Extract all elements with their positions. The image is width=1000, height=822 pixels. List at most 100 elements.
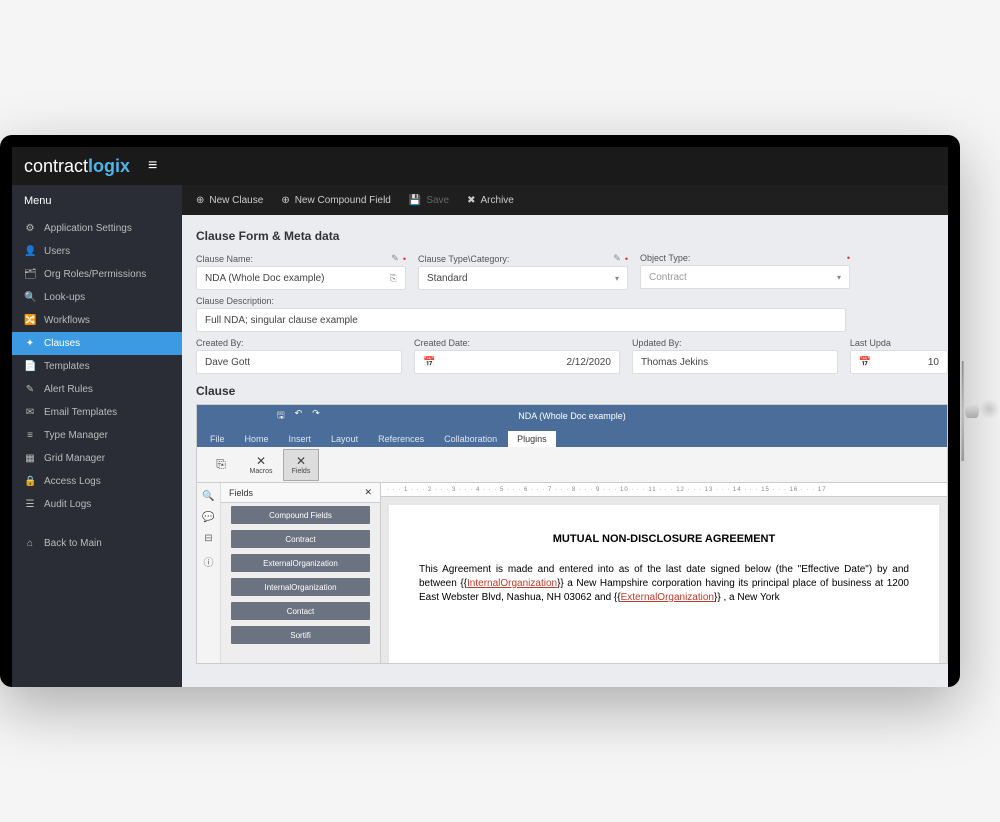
sidebar-title: Menu [12, 185, 182, 217]
sidebar-item-type-manager[interactable]: ≡Type Manager [12, 424, 182, 447]
clause-type-select[interactable]: Standard▾ [418, 266, 628, 290]
archive-button[interactable]: ✖Archive [467, 195, 514, 206]
heading-icon[interactable]: ⊟ [204, 533, 212, 544]
document-editor: 🖫 ↶ ↷ NDA (Whole Doc example) File Home … [196, 404, 948, 664]
sidebar-item-users[interactable]: 👤Users [12, 240, 182, 263]
topbar: contractlogix ≡ [12, 147, 948, 185]
merge-field-internal-org[interactable]: InternalOrganization [467, 578, 557, 589]
sidebar-item-grid-manager[interactable]: ▦Grid Manager [12, 447, 182, 470]
merge-field-external-org[interactable]: ExternalOrganization [621, 592, 714, 603]
editor-titlebar: 🖫 ↶ ↷ NDA (Whole Doc example) [197, 405, 947, 427]
doc-paragraph: This Agreement is made and entered into … [419, 563, 909, 605]
last-updated-field: 📅10 [850, 350, 948, 374]
sidebar-item-templates[interactable]: 📄Templates [12, 355, 182, 378]
workflow-icon: 🔀 [24, 315, 36, 326]
search-icon[interactable]: 🔍 [202, 491, 214, 502]
sidebar-item-audit-logs[interactable]: ☰Audit Logs [12, 493, 182, 516]
fields-panel: Fields✕ Compound Fields Contract Externa… [221, 483, 381, 663]
tab-collaboration[interactable]: Collaboration [435, 431, 506, 447]
info-icon[interactable]: ⓘ [204, 554, 214, 569]
gear-icon: ⚙ [24, 223, 36, 234]
sidebar-item-access-logs[interactable]: 🔒Access Logs [12, 470, 182, 493]
undo-icon[interactable]: ↶ [295, 408, 303, 424]
save-icon[interactable]: 🖫 [277, 408, 285, 424]
editor-side-tools: 🔍 💬 ⊟ ⓘ [197, 483, 221, 663]
created-by-field: Dave Gott [196, 350, 402, 374]
editor-doc-title: NDA (Whole Doc example) [518, 411, 626, 421]
redo-icon[interactable]: ↷ [312, 408, 320, 424]
sidebar-item-app-settings[interactable]: ⚙Application Settings [12, 217, 182, 240]
clause-desc-input[interactable]: Full NDA; singular clause example [196, 308, 846, 332]
created-by-label: Created By: [196, 338, 402, 348]
field-internal-org[interactable]: InternalOrganization [231, 578, 370, 596]
chevron-down-icon: ▾ [615, 274, 619, 283]
plus-icon: ⊕ [196, 195, 204, 206]
clause-type-label: Clause Type\Category:✎• [418, 253, 628, 264]
tab-file[interactable]: File [201, 431, 234, 447]
close-icon: ✖ [467, 195, 475, 206]
clause-name-label: Clause Name:✎• [196, 253, 406, 264]
grid-icon: ▦ [24, 453, 36, 464]
sidebar-item-workflows[interactable]: 🔀Workflows [12, 309, 182, 332]
ribbon-copy[interactable]: ⎘ [203, 449, 239, 481]
pencil-icon: ✎ [24, 384, 36, 395]
close-icon[interactable]: ✕ [364, 487, 372, 498]
ruler: · · · 1 · · · 2 · · · 3 · · · 4 · · · 5 … [381, 483, 947, 497]
document-area: · · · 1 · · · 2 · · · 3 · · · 4 · · · 5 … [381, 483, 947, 663]
document-page[interactable]: MUTUAL NON-DISCLOSURE AGREEMENT This Agr… [389, 505, 939, 663]
new-compound-field-button[interactable]: ⊕New Compound Field [281, 195, 391, 206]
sidebar-item-org-roles[interactable]: 🗂Org Roles/Permissions [12, 263, 182, 286]
pencil-icon[interactable]: ✎ [391, 253, 399, 264]
save-button[interactable]: 💾Save [409, 195, 449, 206]
tab-insert[interactable]: Insert [280, 431, 321, 447]
ribbon-macros[interactable]: ✕Macros [243, 449, 279, 481]
sidebar-item-alert-rules[interactable]: ✎Alert Rules [12, 378, 182, 401]
search-icon: 🔍 [24, 292, 36, 303]
pencil-icon[interactable]: ✎ [613, 253, 621, 264]
tab-plugins[interactable]: Plugins [508, 431, 556, 447]
sidebar-item-back[interactable]: ⌂Back to Main [12, 532, 182, 555]
clause-section-title: Clause [196, 384, 948, 398]
created-date-label: Created Date: [414, 338, 620, 348]
sidebar-item-clauses[interactable]: ✦Clauses [12, 332, 182, 355]
tag-icon: ✦ [24, 338, 36, 349]
brand-logo: contractlogix [24, 156, 130, 177]
wrench-icon: ✕ [296, 454, 306, 468]
folder-icon: 🗂 [24, 269, 36, 280]
comment-icon[interactable]: 💬 [202, 512, 214, 523]
ribbon-fields[interactable]: ✕Fields [283, 449, 319, 481]
plus-icon: ⊕ [281, 195, 289, 206]
home-icon: ⌂ [24, 538, 36, 549]
field-sortifi[interactable]: Sortifi [231, 626, 370, 644]
last-updated-label: Last Upda [850, 338, 948, 348]
sidebar-item-lookups[interactable]: 🔍Look-ups [12, 286, 182, 309]
field-compound[interactable]: Compound Fields [231, 506, 370, 524]
toolbar: ⊕New Clause ⊕New Compound Field 💾Save ✖A… [182, 185, 948, 215]
wrench-icon: ✕ [256, 454, 266, 468]
copy-icon[interactable]: ⎘ [390, 273, 397, 284]
user-icon: 👤 [24, 246, 36, 257]
calendar-icon: 📅 [423, 357, 435, 368]
clause-name-input[interactable]: NDA (Whole Doc example)⎘ [196, 266, 406, 290]
editor-tabs: File Home Insert Layout References Colla… [197, 427, 947, 447]
editor-ribbon: ⎘ ✕Macros ✕Fields [197, 447, 947, 483]
tab-layout[interactable]: Layout [322, 431, 367, 447]
created-date-field: 📅2/12/2020 [414, 350, 620, 374]
tab-references[interactable]: References [369, 431, 433, 447]
hamburger-icon[interactable]: ≡ [148, 157, 157, 175]
sidebar-item-email-templates[interactable]: ✉Email Templates [12, 401, 182, 424]
lock-icon: 🔒 [24, 476, 36, 487]
tab-home[interactable]: Home [236, 431, 278, 447]
field-contact[interactable]: Contact [231, 602, 370, 620]
new-clause-button[interactable]: ⊕New Clause [196, 195, 263, 206]
meta-section-title: Clause Form & Meta data [196, 229, 948, 243]
calendar-icon: 📅 [859, 357, 871, 368]
audit-icon: ☰ [24, 499, 36, 510]
object-type-select[interactable]: Contract▾ [640, 265, 850, 289]
doc-icon: 📄 [24, 361, 36, 372]
doc-heading: MUTUAL NON-DISCLOSURE AGREEMENT [419, 533, 909, 545]
field-external-org[interactable]: ExternalOrganization [231, 554, 370, 572]
clause-desc-label: Clause Description: [196, 296, 846, 306]
field-contract[interactable]: Contract [231, 530, 370, 548]
copy-icon: ⎘ [216, 457, 226, 472]
